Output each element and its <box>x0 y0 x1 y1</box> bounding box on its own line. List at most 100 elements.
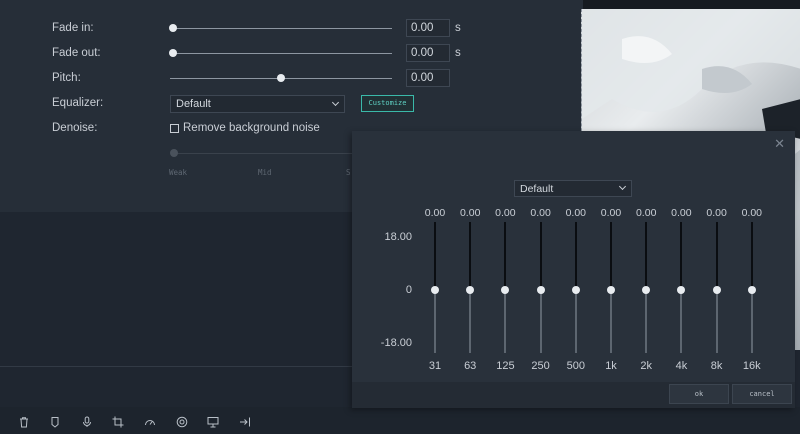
equalizer-preset-value: Default <box>520 183 554 195</box>
db-max-label: 18.00 <box>384 231 412 243</box>
chevron-down-icon <box>618 182 627 191</box>
band-slider-knob[interactable] <box>536 286 545 294</box>
band-slider-knob[interactable] <box>747 286 756 294</box>
fade-in-slider-knob[interactable] <box>169 24 177 32</box>
band-slider-track-lower[interactable] <box>504 288 507 353</box>
microphone-icon[interactable] <box>81 416 93 428</box>
band-slider-knob[interactable] <box>607 286 615 294</box>
cancel-button[interactable]: cancel <box>732 384 792 404</box>
band-frequency-label: 16k <box>742 360 761 372</box>
close-icon[interactable]: ✕ <box>774 137 785 150</box>
band-slider-track-upper[interactable] <box>469 222 472 288</box>
presentation-icon[interactable] <box>207 416 219 428</box>
band-frequency-label: 125 <box>496 360 515 372</box>
equalizer-select-value: Default <box>176 98 211 110</box>
customize-button[interactable]: Customize <box>361 95 414 112</box>
band-slider-knob[interactable] <box>466 286 475 294</box>
band-slider-track-lower[interactable] <box>574 288 577 353</box>
db-min-label: -18.00 <box>380 337 412 349</box>
panel-divider <box>0 366 352 367</box>
band-slider-knob[interactable] <box>642 286 651 294</box>
db-zero-label: 0 <box>405 284 412 296</box>
crop-icon[interactable] <box>112 416 124 428</box>
equalizer-band-2k[interactable]: 0.00 2k <box>629 207 663 373</box>
equalizer-band-250[interactable]: 0.00 250 <box>524 207 558 373</box>
denoise-level-weak: Weak <box>169 168 188 177</box>
band-slider-knob[interactable] <box>571 286 580 294</box>
fade-in-value-input[interactable]: 0.00 <box>406 19 450 37</box>
band-gain-value: 0.00 <box>741 207 763 219</box>
band-slider-knob[interactable] <box>431 286 439 294</box>
band-slider-track-upper[interactable] <box>539 222 542 288</box>
pitch-slider-knob[interactable] <box>277 74 285 82</box>
remove-noise-checkbox[interactable] <box>170 124 179 133</box>
band-gain-value: 0.00 <box>671 207 692 219</box>
band-gain-value: 0.00 <box>530 207 551 219</box>
band-gain-value: 0.00 <box>495 207 516 219</box>
equalizer-label: Equalizer: <box>52 97 104 109</box>
band-slider-track-lower[interactable] <box>610 288 612 353</box>
band-slider-track-lower[interactable] <box>539 288 542 353</box>
band-slider-track-lower[interactable] <box>750 288 753 353</box>
trash-icon[interactable] <box>18 416 30 428</box>
equalizer-band-8k[interactable]: 0.00 8k <box>700 207 734 373</box>
fade-out-slider-knob[interactable] <box>169 49 177 57</box>
fade-in-unit: s <box>455 22 461 34</box>
band-slider-track-upper[interactable] <box>574 222 577 288</box>
band-frequency-label: 31 <box>428 360 442 372</box>
equalizer-band-125[interactable]: 0.00 125 <box>488 207 522 373</box>
band-frequency-label: 2k <box>640 360 652 372</box>
band-slider-knob[interactable] <box>712 286 721 294</box>
band-slider-track-lower[interactable] <box>469 288 472 353</box>
speed-icon[interactable] <box>144 416 156 428</box>
equalizer-preset-select[interactable]: Default <box>514 180 632 197</box>
band-slider-track-lower[interactable] <box>645 288 648 353</box>
equalizer-dialog: ✕ Default 18.00 0 -18.00 0.00 31 0.00 63 0.0… <box>352 131 795 408</box>
color-icon[interactable] <box>176 416 188 428</box>
denoise-slider <box>173 153 353 154</box>
equalizer-band-4k[interactable]: 0.00 4k <box>664 207 698 373</box>
band-frequency-label: 500 <box>566 360 585 372</box>
ok-button[interactable]: ok <box>669 384 729 404</box>
band-slider-track-upper[interactable] <box>715 222 718 288</box>
band-slider-track-upper[interactable] <box>680 222 683 288</box>
band-slider-track-upper[interactable] <box>504 222 507 288</box>
denoise-label: Denoise: <box>52 122 98 134</box>
equalizer-band-63[interactable]: 0.00 63 <box>453 207 487 373</box>
equalizer-select[interactable]: Default <box>170 95 345 113</box>
denoise-slider-knob <box>170 149 178 157</box>
band-frequency-label: 1k <box>605 360 617 372</box>
band-gain-value: 0.00 <box>424 207 446 219</box>
band-frequency-label: 63 <box>464 360 477 372</box>
band-slider-knob[interactable] <box>501 286 510 294</box>
equalizer-band-1k[interactable]: 0.00 1k <box>594 207 628 373</box>
band-slider-track-upper[interactable] <box>610 222 612 288</box>
band-gain-value: 0.00 <box>635 207 657 219</box>
band-gain-value: 0.00 <box>459 207 481 219</box>
pitch-value-input[interactable]: 0.00 <box>406 69 450 87</box>
band-slider-track-upper[interactable] <box>434 222 436 288</box>
equalizer-band-31[interactable]: 0.00 31 <box>418 207 452 373</box>
band-slider-track-lower[interactable] <box>434 288 436 353</box>
band-frequency-label: 8k <box>710 360 723 372</box>
fade-out-value-input[interactable]: 0.00 <box>406 44 450 62</box>
fade-in-slider[interactable] <box>173 28 392 29</box>
equalizer-band-500[interactable]: 0.00 500 <box>559 207 593 373</box>
band-slider-track-lower[interactable] <box>680 288 683 353</box>
fade-in-label: Fade in: <box>52 22 94 34</box>
band-slider-track-upper[interactable] <box>645 222 648 288</box>
marker-icon[interactable] <box>49 416 61 428</box>
denoise-level-mid: Mid <box>258 168 272 177</box>
band-slider-track-upper[interactable] <box>750 222 753 288</box>
band-slider-knob[interactable] <box>677 286 686 294</box>
band-frequency-label: 250 <box>531 360 550 372</box>
band-frequency-label: 4k <box>675 360 688 372</box>
fade-out-slider[interactable] <box>173 53 392 54</box>
fade-out-unit: s <box>455 47 461 59</box>
equalizer-band-16k[interactable]: 0.00 16k <box>735 207 769 373</box>
export-icon[interactable] <box>239 416 251 428</box>
band-slider-track-lower[interactable] <box>715 288 718 353</box>
fade-out-label: Fade out: <box>52 47 101 59</box>
chevron-down-icon <box>331 98 340 107</box>
denoise-level-strong: S <box>346 168 351 177</box>
